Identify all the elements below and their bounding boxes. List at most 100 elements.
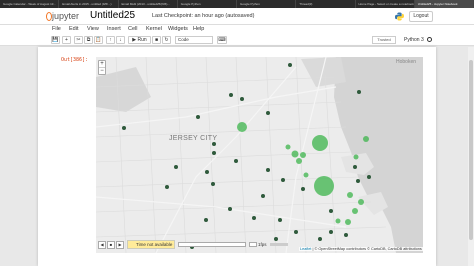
map-marker[interactable]: [345, 219, 351, 225]
map-marker[interactable]: [281, 178, 285, 182]
map-marker[interactable]: [174, 165, 178, 169]
copy-icon[interactable]: ⧉: [84, 36, 93, 44]
menu-kernel[interactable]: Kernel: [146, 26, 162, 32]
menu-edit[interactable]: Edit: [69, 26, 78, 32]
kernel-name: Python 3: [404, 37, 424, 43]
browser-tab[interactable]: Email Multi (2013 - untitled25/(9/6)...: [119, 0, 178, 8]
notebook-toolbar: 💾 + ✂ ⧉ 📋 ↑ ↓ ▶ Run ■ ↻ Code ⌨ Trusted P…: [0, 35, 474, 46]
zoom-control: + −: [98, 60, 106, 75]
map-marker[interactable]: [358, 199, 364, 205]
map-marker[interactable]: [335, 218, 341, 224]
map-label-city: JERSEY CITY: [169, 135, 218, 142]
browser-tab[interactable]: Thread(3): [296, 0, 356, 8]
play-forward-icon[interactable]: ▶: [116, 241, 124, 249]
map-marker[interactable]: [353, 165, 357, 169]
map-marker[interactable]: [318, 237, 322, 241]
map-marker[interactable]: [204, 218, 208, 222]
browser-tab[interactable]: Google Python: [237, 0, 297, 8]
move-down-icon[interactable]: ↓: [116, 36, 125, 44]
menu-widgets[interactable]: Widgets: [168, 26, 188, 32]
save-icon[interactable]: 💾: [51, 36, 60, 44]
map-marker[interactable]: [122, 126, 126, 130]
map-marker[interactable]: [352, 208, 358, 214]
map-marker[interactable]: [356, 179, 360, 183]
cut-icon[interactable]: ✂: [74, 36, 83, 44]
map-marker[interactable]: [300, 152, 306, 158]
map-marker[interactable]: [288, 63, 292, 67]
menu-cell[interactable]: Cell: [128, 26, 137, 32]
time-slider[interactable]: [178, 242, 246, 247]
fps-knob[interactable]: [249, 242, 257, 247]
browser-tab-active[interactable]: Untitled25 - Jupyter Notebook: [414, 0, 474, 8]
scrollbar-thumb[interactable]: [469, 60, 473, 240]
map-marker[interactable]: [363, 136, 369, 142]
map-marker[interactable]: [266, 168, 270, 172]
notebook-title[interactable]: Untitled25: [90, 10, 135, 21]
map-marker[interactable]: [261, 194, 265, 198]
menu-view[interactable]: View: [87, 26, 99, 32]
map-marker[interactable]: [228, 207, 232, 211]
time-controls: ◀ ■ ▶: [98, 240, 125, 250]
map-marker[interactable]: [234, 159, 238, 163]
map-marker[interactable]: [314, 176, 334, 196]
browser-tab-bar: Google Calendar - Week of August 13... E…: [0, 0, 474, 8]
map-marker[interactable]: [291, 150, 299, 158]
cell-type-select[interactable]: Code: [175, 36, 213, 44]
map-marker[interactable]: [278, 218, 282, 222]
map-marker[interactable]: [229, 93, 233, 97]
map-marker[interactable]: [312, 135, 328, 151]
map-marker[interactable]: [344, 233, 348, 237]
map-marker[interactable]: [274, 237, 278, 241]
keyboard-icon[interactable]: ⌨: [217, 36, 227, 44]
run-button[interactable]: ▶ Run: [128, 36, 151, 44]
map-marker[interactable]: [285, 144, 291, 150]
zoom-in-button[interactable]: +: [99, 61, 105, 68]
jupyter-logo-text[interactable]: jupyter: [52, 11, 79, 21]
zoom-out-button[interactable]: −: [99, 68, 105, 75]
logout-button[interactable]: Logout: [409, 11, 433, 22]
map-marker[interactable]: [165, 185, 169, 189]
map-marker[interactable]: [296, 158, 302, 164]
add-cell-icon[interactable]: +: [62, 36, 71, 44]
python-logo-icon: [395, 12, 404, 21]
map-marker[interactable]: [357, 90, 361, 94]
paste-icon[interactable]: 📋: [94, 36, 103, 44]
browser-tab[interactable]: Home Page - Select or create a notebook: [356, 0, 415, 8]
map-marker[interactable]: [237, 122, 247, 132]
map-marker[interactable]: [266, 111, 270, 115]
map-marker[interactable]: [196, 115, 200, 119]
checkpoint-status: Last Checkpoint: an hour ago (autosaved): [152, 13, 255, 19]
menu-insert[interactable]: Insert: [107, 26, 121, 32]
leaflet-link[interactable]: Leaflet: [300, 247, 311, 251]
menu-file[interactable]: File: [52, 26, 61, 32]
map-marker[interactable]: [205, 170, 209, 174]
fps-slider[interactable]: [270, 243, 288, 246]
map-marker[interactable]: [329, 209, 333, 213]
stop-icon[interactable]: ■: [152, 36, 161, 44]
time-status-box: Time not available: [127, 240, 175, 249]
stop-icon[interactable]: ■: [107, 241, 115, 249]
restart-icon[interactable]: ↻: [162, 36, 171, 44]
fps-label: 1fps: [258, 242, 267, 247]
map-marker[interactable]: [301, 187, 305, 191]
menu-bar: File Edit View Insert Cell Kernel Widget…: [0, 25, 474, 35]
map-marker[interactable]: [212, 151, 216, 155]
map-marker[interactable]: [353, 154, 359, 160]
map-marker[interactable]: [211, 182, 215, 186]
play-backward-icon[interactable]: ◀: [98, 241, 106, 249]
browser-tab[interactable]: Google Python: [178, 0, 237, 8]
map-marker[interactable]: [329, 230, 333, 234]
browser-tab[interactable]: Email Alerts in 2015 - untitled (9/6/...…: [59, 0, 119, 8]
menu-help[interactable]: Help: [193, 26, 204, 32]
map-marker[interactable]: [294, 230, 298, 234]
map-marker[interactable]: [240, 97, 244, 101]
map-marker[interactable]: [252, 216, 256, 220]
leaflet-map[interactable]: [96, 57, 423, 253]
map-marker[interactable]: [303, 172, 309, 178]
browser-tab[interactable]: Google Calendar - Week of August 13...: [0, 0, 60, 8]
map-marker[interactable]: [367, 175, 371, 179]
map-marker[interactable]: [212, 142, 216, 146]
map-marker[interactable]: [347, 192, 353, 198]
trusted-badge[interactable]: Trusted: [372, 36, 396, 44]
move-up-icon[interactable]: ↑: [106, 36, 115, 44]
